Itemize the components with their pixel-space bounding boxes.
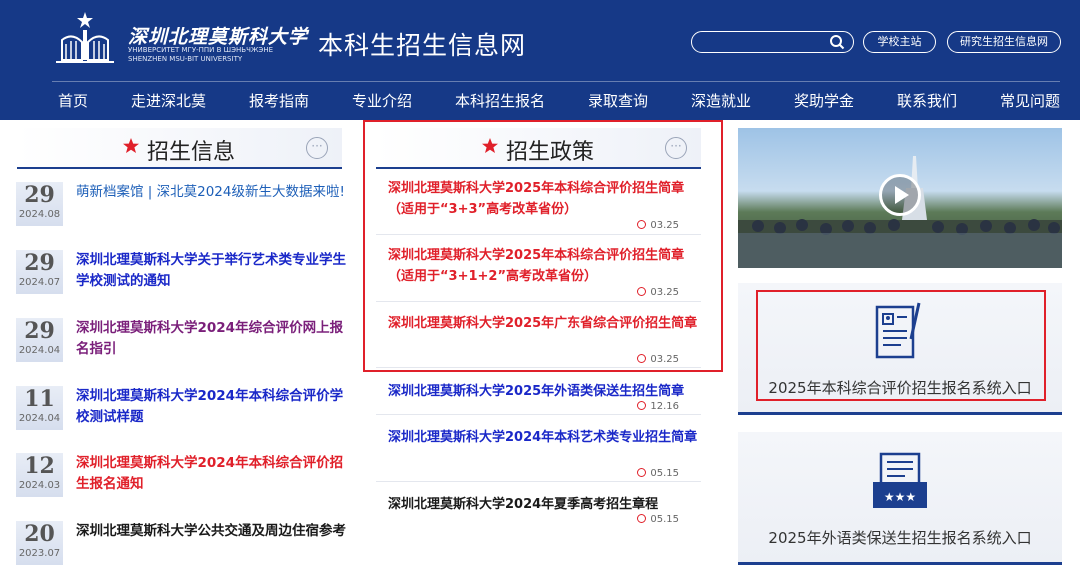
nav-majors[interactable]: 专业介绍 [352,90,412,111]
news-title-link[interactable]: 深圳北理莫斯科大学2024年本科综合评价招生报名通知 [76,453,346,495]
portal-label[interactable]: 2025年外语类保送生招生报名系统入口 [738,527,1062,548]
policy-title-link[interactable]: 深圳北理莫斯科大学2024年本科艺术类专业招生简章 [388,427,698,448]
news-heading: 招生信息 [147,140,236,165]
date-year-month: 2024.04 [18,413,61,424]
nav-about[interactable]: 走进深北莫 [131,90,206,111]
date-badge: 29 2024.07 [16,250,63,294]
news-title-link[interactable]: 深圳北理莫斯科大学公共交通及周边住宿参考 [76,521,346,542]
news-item[interactable]: 29 2024.07 深圳北理莫斯科大学关于举行艺术类专业学生学校测试的通知 [16,250,346,310]
nav-career[interactable]: 深造就业 [691,90,751,111]
policy-date-text: 05.15 [650,514,679,525]
brand-name-cn: 深圳北理莫斯科大学 [128,26,309,48]
school-home-button[interactable]: 学校主站 [863,31,936,53]
policy-item[interactable]: 深圳北理莫斯科大学2024年夏季高考招生章程 05.15 [376,494,701,528]
date-day: 12 [24,453,55,479]
news-item[interactable]: 20 2023.07 深圳北理莫斯科大学公共交通及周边住宿参考 [16,521,346,573]
site-header: 深圳北理莫斯科大学 УНИВЕРСИТЕТ МГУ-ППИ В ШЭНЬЧЖЭН… [0,0,1080,120]
nav-scholarship[interactable]: 奖助学金 [794,90,854,111]
policy-item[interactable]: 深圳北理莫斯科大学2024年本科艺术类专业招生简章 05.15 [376,427,701,482]
nav-faq[interactable]: 常见问题 [1000,90,1060,111]
news-item[interactable]: 29 2024.04 深圳北理莫斯科大学2024年综合评价网上报名指引 [16,318,346,378]
news-title-link[interactable]: 深圳北理莫斯科大学2024年综合评价网上报名指引 [76,318,346,360]
date-year-month: 2024.08 [18,209,61,220]
news-item[interactable]: 29 2024.08 萌新档案馆 | 深北莫2024级新生大数据来啦! [16,182,346,242]
clock-icon [637,468,647,477]
nav-guide[interactable]: 报考指南 [249,90,309,111]
policy-date-text: 12.16 [650,401,679,412]
highlight-frame [363,120,723,372]
news-item[interactable]: 11 2024.04 深圳北理莫斯科大学2024年本科综合评价学校测试样题 [16,386,346,446]
nav-admission-query[interactable]: 录取查询 [588,90,648,111]
clock-icon [637,401,647,410]
brand-name-ru: УНИВЕРСИТЕТ МГУ-ППИ В ШЭНЬЧЖЭНЕ [128,46,274,54]
date-badge: 11 2024.04 [16,386,63,430]
date-year-month: 2024.03 [18,480,61,491]
svg-text:★★★: ★★★ [884,490,916,504]
date-badge: 20 2023.07 [16,521,63,565]
highlight-frame [756,290,1046,401]
news-title-link[interactable]: 深圳北理莫斯科大学2024年本科综合评价学校测试样题 [76,386,346,428]
date-year-month: 2023.07 [18,548,61,559]
foreign-language-registration-portal[interactable]: ★★★ 2025年外语类保送生招生报名系统入口 [738,432,1062,565]
site-title: 本科生招生信息网 [318,31,527,60]
clock-icon [637,514,647,523]
nav-divider [52,81,1060,82]
policy-date: 05.15 [637,468,679,479]
play-icon[interactable] [879,174,921,216]
date-year-month: 2024.04 [18,345,61,356]
date-day: 29 [24,318,55,344]
nav-contact[interactable]: 联系我们 [897,90,957,111]
news-item[interactable]: 12 2024.03 深圳北理莫斯科大学2024年本科综合评价招生报名通知 [16,453,346,513]
nav-registration[interactable]: 本科招生报名 [455,90,545,111]
search-icon[interactable] [829,34,845,50]
news-title-link[interactable]: 深圳北理莫斯科大学关于举行艺术类专业学生学校测试的通知 [76,250,346,292]
date-day: 29 [24,250,55,276]
star-icon [123,138,139,153]
policy-item[interactable]: 深圳北理莫斯科大学2025年外语类保送生招生简章 12.16 [376,381,701,415]
policy-title-link[interactable]: 深圳北理莫斯科大学2024年夏季高考招生章程 [388,494,698,515]
date-badge: 12 2024.03 [16,453,63,497]
policy-date-text: 05.15 [650,468,679,479]
date-badge: 29 2024.04 [16,318,63,362]
brand-name-en: SHENZHEN MSU-BIT UNIVERSITY [128,55,243,63]
policy-date: 05.15 [637,514,679,525]
policy-date: 12.16 [637,401,679,412]
university-logo-icon[interactable] [52,10,118,66]
date-day: 29 [24,182,55,208]
more-icon[interactable]: ··· [306,137,328,159]
campus-video[interactable] [738,128,1062,268]
date-badge: 29 2024.08 [16,182,63,226]
news-header: 招生信息 ··· [17,128,342,169]
ballot-box-icon: ★★★ [873,452,927,508]
date-year-month: 2024.07 [18,277,61,288]
date-day: 20 [24,521,55,547]
grad-admission-button[interactable]: 研究生招生信息网 [947,31,1061,53]
main-nav: 首页 走进深北莫 报考指南 专业介绍 本科招生报名 录取查询 深造就业 奖助学金… [0,86,1080,116]
nav-home[interactable]: 首页 [58,90,88,111]
policy-title-link[interactable]: 深圳北理莫斯科大学2025年外语类保送生招生简章 [388,381,698,402]
news-title-link[interactable]: 萌新档案馆 | 深北莫2024级新生大数据来啦! [76,182,346,203]
date-day: 11 [24,386,55,412]
